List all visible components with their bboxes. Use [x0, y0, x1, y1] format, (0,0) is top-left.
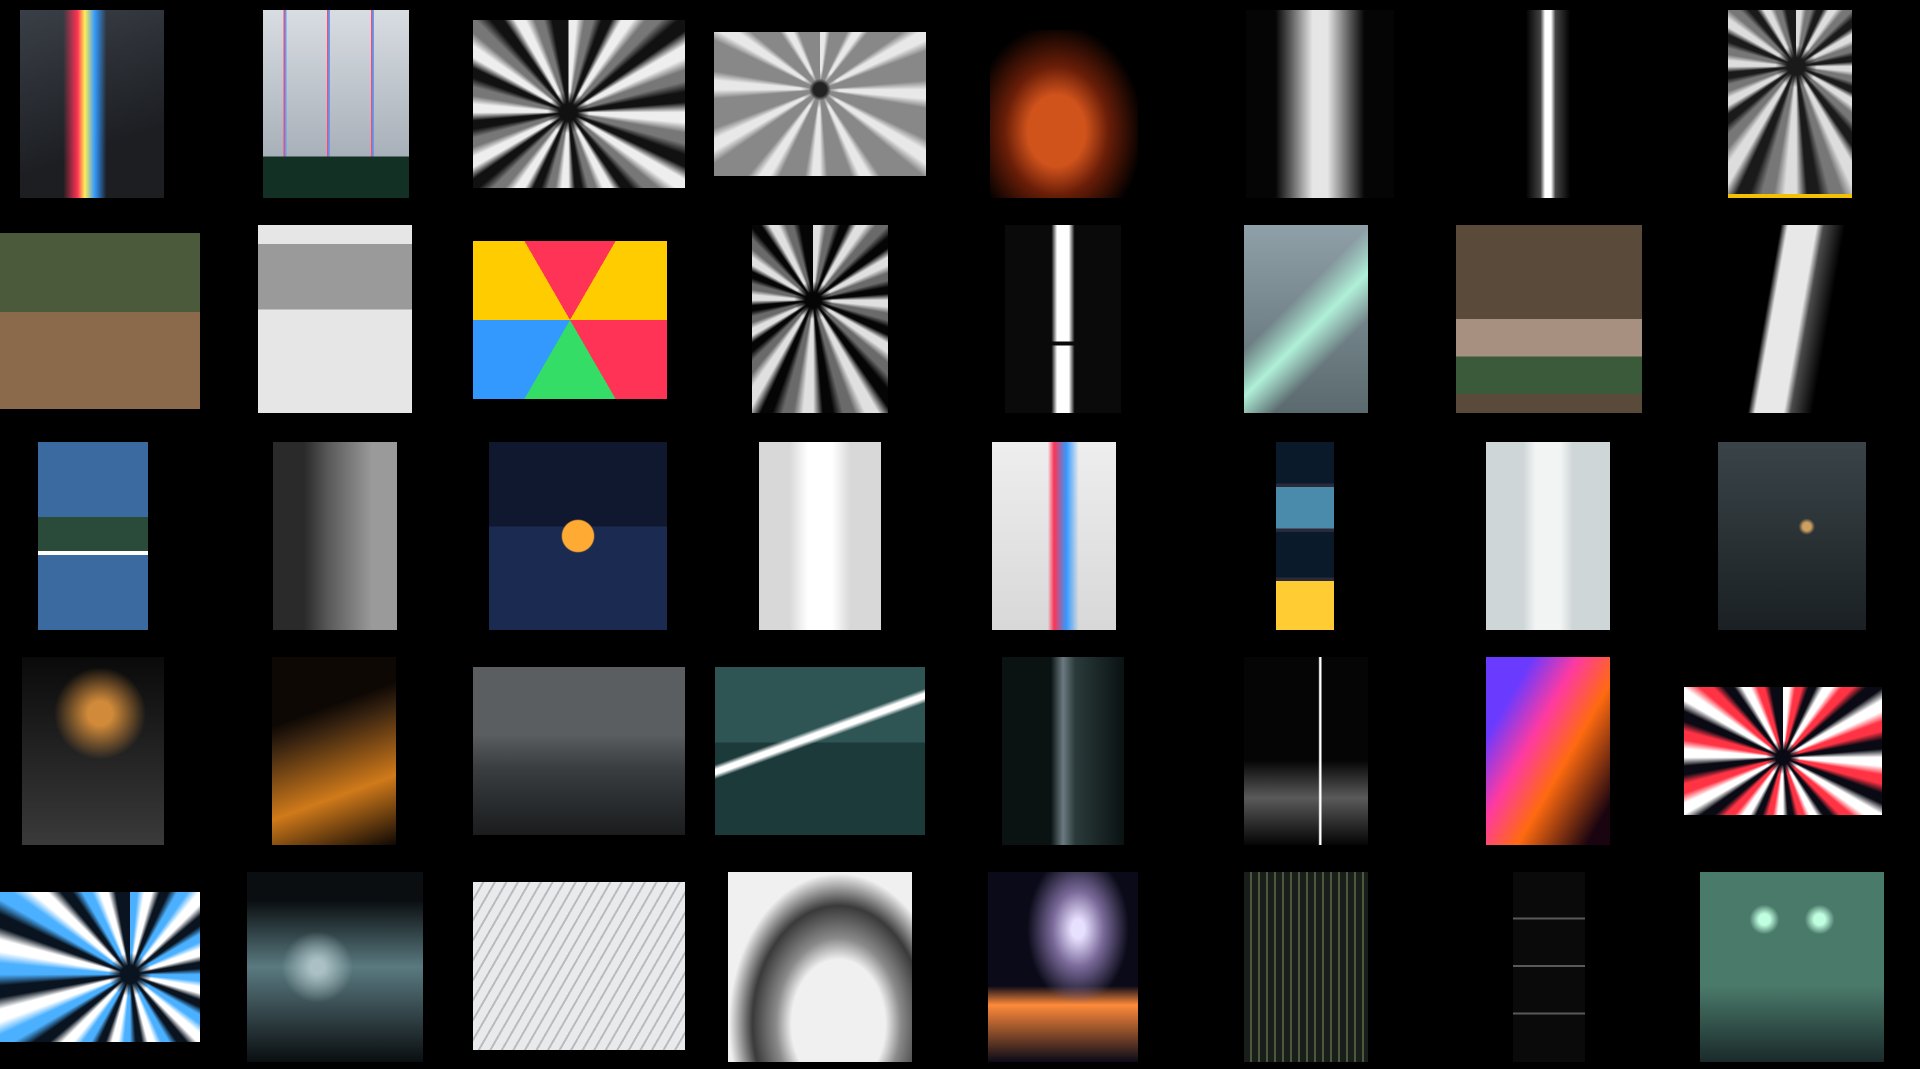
gallery-image-r4c7[interactable]: [1486, 657, 1610, 845]
image-content: [38, 442, 148, 630]
gallery-image-r4c1[interactable]: [22, 657, 164, 845]
image-content: [1276, 442, 1334, 630]
image-content: [273, 442, 397, 630]
image-content: [1244, 225, 1368, 413]
image-content: [247, 872, 423, 1062]
gallery-image-r3c6[interactable]: [1276, 442, 1334, 630]
image-content: [1456, 225, 1642, 413]
image-content: [1244, 872, 1368, 1062]
image-content: [1738, 225, 1848, 413]
image-content: [715, 667, 925, 835]
image-content: [263, 10, 409, 198]
image-content: [752, 225, 888, 413]
image-content: [759, 442, 881, 630]
image-content: [1486, 657, 1610, 845]
gallery-image-r5c5[interactable]: [988, 872, 1138, 1062]
gallery-image-r5c6[interactable]: [1244, 872, 1368, 1062]
gallery-image-r1c5[interactable]: [990, 30, 1138, 198]
gallery-image-r3c1[interactable]: [38, 442, 148, 630]
gallery-image-r1c8[interactable]: [1728, 10, 1852, 198]
gallery-image-r2c8[interactable]: [1738, 225, 1848, 413]
gallery-image-r3c8[interactable]: [1718, 442, 1866, 630]
image-content: [1700, 872, 1884, 1062]
image-content: [473, 241, 667, 399]
gallery-image-r3c2[interactable]: [273, 442, 397, 630]
gallery-image-r1c2[interactable]: [263, 10, 409, 198]
gallery-image-r4c6[interactable]: [1244, 657, 1368, 845]
image-content: [728, 872, 912, 1062]
gallery-image-r2c1[interactable]: [0, 233, 200, 409]
gallery-image-r5c1[interactable]: [0, 892, 200, 1042]
gallery-image-r1c6[interactable]: [1246, 10, 1394, 198]
gallery-image-r5c2[interactable]: [247, 872, 423, 1062]
gallery-image-r3c5[interactable]: [992, 442, 1116, 630]
gallery-image-r4c3[interactable]: [473, 667, 685, 835]
gallery-image-r3c4[interactable]: [759, 442, 881, 630]
gallery-image-r2c2[interactable]: [258, 225, 412, 413]
image-content: [1684, 687, 1882, 815]
image-content: [473, 20, 685, 188]
image-content: [1474, 10, 1622, 198]
gallery-image-r4c2[interactable]: [272, 657, 396, 845]
gallery-image-r2c4[interactable]: [752, 225, 888, 413]
gallery-image-r2c6[interactable]: [1244, 225, 1368, 413]
image-content: [714, 32, 926, 176]
image-content: [1005, 225, 1121, 413]
image-content: [1728, 10, 1852, 198]
gallery-image-r4c5[interactable]: [1002, 657, 1124, 845]
image-content: [473, 882, 685, 1050]
gallery-image-r1c1[interactable]: [20, 10, 164, 198]
image-content: [1002, 657, 1124, 845]
image-content: [0, 892, 200, 1042]
gallery-image-r2c3[interactable]: [473, 241, 667, 399]
image-content: [1246, 10, 1394, 198]
image-grid: [0, 0, 1920, 1069]
gallery-image-r5c4[interactable]: [728, 872, 912, 1062]
image-content: [0, 233, 200, 409]
gallery-image-r1c4[interactable]: [714, 32, 926, 176]
image-content: [1244, 657, 1368, 845]
gallery-image-r2c7[interactable]: [1456, 225, 1642, 413]
image-content: [22, 657, 164, 845]
image-content: [258, 225, 412, 413]
image-content: [473, 667, 685, 835]
gallery-image-r1c3[interactable]: [473, 20, 685, 188]
gallery-image-r5c7[interactable]: [1513, 872, 1585, 1062]
image-content: [1486, 442, 1610, 630]
gallery-image-r4c8[interactable]: [1684, 687, 1882, 815]
gallery-image-r5c3[interactable]: [473, 882, 685, 1050]
gallery-image-r4c4[interactable]: [715, 667, 925, 835]
image-content: [489, 442, 667, 630]
image-content: [272, 657, 396, 845]
gallery-image-r1c7[interactable]: [1474, 10, 1622, 198]
gallery-image-r3c3[interactable]: [489, 442, 667, 630]
image-content: [988, 872, 1138, 1062]
image-content: [1513, 872, 1585, 1062]
image-content: [992, 442, 1116, 630]
gallery-image-r5c8[interactable]: [1700, 872, 1884, 1062]
image-content: [990, 30, 1138, 198]
image-content: [20, 10, 164, 198]
image-content: [1718, 442, 1866, 630]
gallery-image-r2c5[interactable]: [1005, 225, 1121, 413]
gallery-image-r3c7[interactable]: [1486, 442, 1610, 630]
